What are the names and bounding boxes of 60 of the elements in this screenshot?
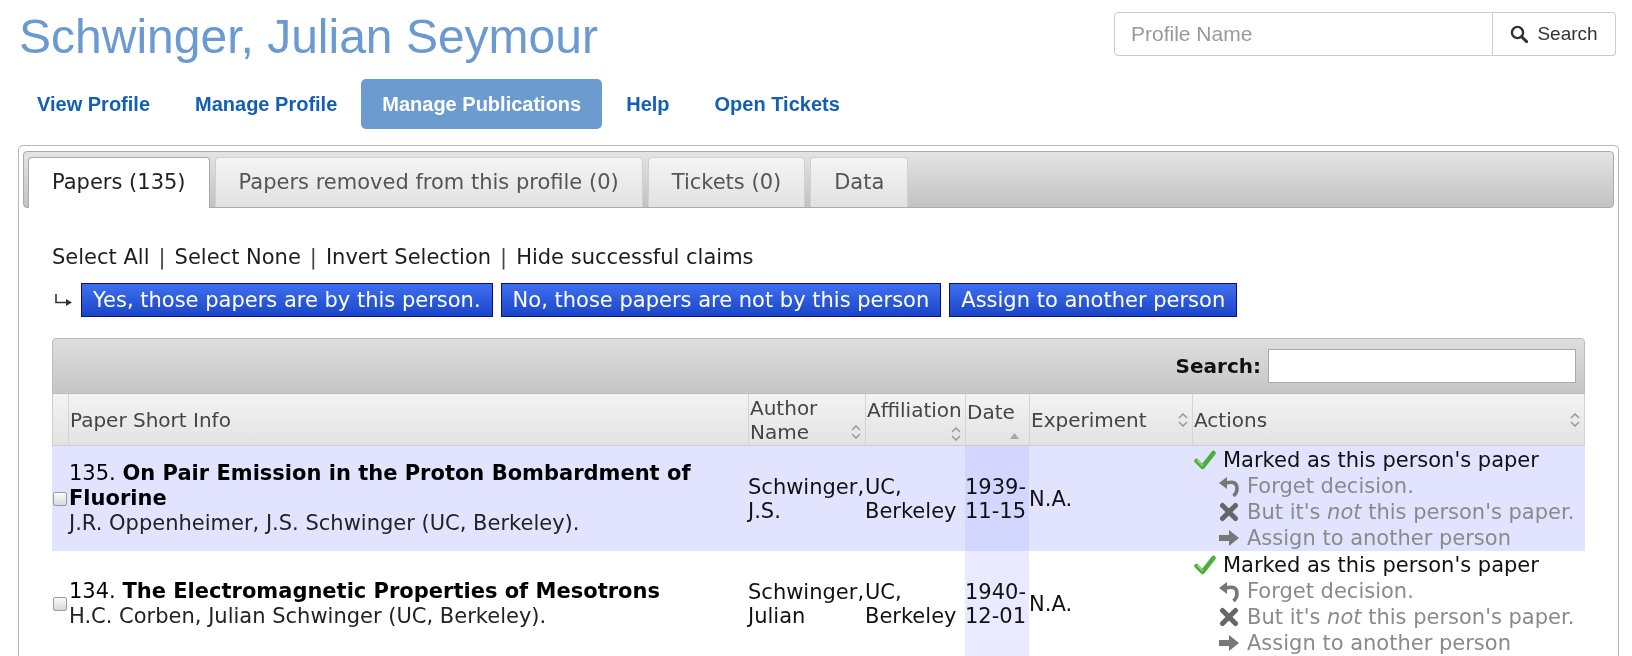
return-arrow-icon: [54, 293, 73, 307]
bulk-action-button[interactable]: No, those papers are not by this person: [500, 283, 942, 317]
nav-link[interactable]: Open Tickets: [693, 79, 861, 129]
nav-link[interactable]: Manage Profile: [174, 79, 359, 129]
paper-authors: H.C. Corben, Julian Schwinger (UC, Berkeley).: [69, 603, 548, 629]
link-separator: |: [309, 244, 317, 270]
profile-name: Schwinger, Julian Seymour: [19, 13, 598, 61]
row-checkbox[interactable]: [53, 596, 67, 611]
bulk-action-button[interactable]: Assign to another person: [949, 283, 1238, 317]
tab[interactable]: Papers (135): [28, 157, 210, 208]
tab[interactable]: Data: [810, 157, 909, 207]
tab[interactable]: Tickets (0): [647, 157, 806, 207]
cross-icon: [1218, 607, 1240, 627]
nav-link[interactable]: View Profile: [16, 79, 171, 129]
column-header[interactable]: Experiment: [1030, 394, 1193, 445]
undo-arrow-icon: [1218, 580, 1240, 602]
paper-title: 135. On Pair Emission in the Proton Bombardment of Fluorine: [69, 461, 692, 511]
column-header[interactable]: Affiliation: [866, 394, 966, 445]
status-text: Marked as this person's paper: [1223, 447, 1539, 473]
cross-icon: [1218, 502, 1240, 522]
column-header[interactable]: Author Name: [749, 394, 866, 445]
paper-authors: J.R. Oppenheimer, J.S. Schwinger (UC, Berkeley).: [69, 511, 581, 536]
author-name: Schwinger, J.S.: [748, 474, 865, 523]
row-checkbox[interactable]: [53, 491, 67, 506]
link-separator: |: [500, 244, 508, 270]
tab[interactable]: Papers removed from this profile (0): [214, 157, 643, 207]
right-arrow-icon: [1218, 634, 1240, 652]
column-header: Paper Short Info: [69, 394, 749, 445]
search-icon: [1510, 25, 1529, 43]
check-icon: [1194, 555, 1216, 575]
experiment-text: N.A.: [1029, 591, 1073, 616]
profile-search-field[interactable]: Profile Name: [1114, 12, 1493, 56]
selection-link[interactable]: Invert Selection: [325, 244, 492, 270]
date-text: 1939-11-15: [965, 474, 1028, 523]
nav-link[interactable]: Help: [605, 79, 691, 129]
sort-icon: [851, 424, 861, 439]
search-button[interactable]: Search: [1493, 12, 1616, 56]
undo-arrow-icon: [1218, 475, 1240, 497]
sort-icon: [951, 427, 961, 441]
sort-ascending-icon: [1010, 433, 1019, 439]
selection-link[interactable]: Hide successful claims: [516, 244, 754, 270]
date-text: 1940-12-01: [965, 579, 1028, 628]
right-arrow-icon: [1218, 529, 1240, 547]
selection-link[interactable]: Select All: [52, 244, 150, 270]
sort-icon: [1178, 412, 1188, 427]
author-name: Schwinger, Julian: [748, 579, 865, 628]
column-header[interactable]: Date: [966, 394, 1030, 445]
link-separator: |: [158, 244, 166, 270]
paper-title: 134. The Electromagnetic Properties of Mesotrons: [69, 578, 661, 604]
column-header[interactable]: Actions: [1193, 394, 1585, 445]
search-label: Search:: [1175, 353, 1261, 380]
sort-icon: [1570, 412, 1580, 427]
selection-link[interactable]: Select None: [174, 244, 301, 270]
status-text: Marked as this person's paper: [1223, 552, 1539, 578]
table-search-field[interactable]: [1268, 349, 1576, 383]
affiliation-text: UC, Berkeley: [865, 579, 958, 628]
affiliation-text: UC, Berkeley: [865, 474, 958, 523]
check-icon: [1194, 450, 1216, 470]
bulk-action-button[interactable]: Yes, those papers are by this person.: [81, 283, 493, 317]
experiment-text: N.A.: [1029, 486, 1073, 511]
